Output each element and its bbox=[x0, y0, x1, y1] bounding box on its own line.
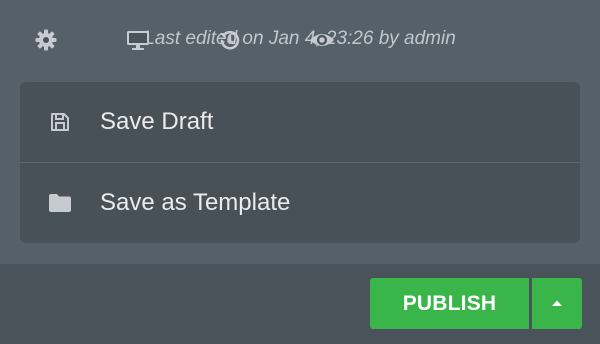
history-icon[interactable] bbox=[217, 27, 243, 53]
last-edited-text: Last edited on Jan 4, 23:26 by admin bbox=[144, 28, 456, 49]
save-draft-label: Save Draft bbox=[100, 108, 214, 135]
responsive-mode-icon[interactable] bbox=[125, 27, 151, 53]
folder-icon bbox=[20, 193, 100, 213]
save-options-menu: Save Draft Save as Template bbox=[20, 82, 580, 243]
publish-options-button[interactable] bbox=[532, 278, 582, 329]
save-as-template-label: Save as Template bbox=[100, 188, 291, 216]
settings-icon[interactable] bbox=[33, 27, 59, 53]
save-draft-menu-item[interactable]: Save Draft bbox=[20, 82, 580, 162]
preview-icon[interactable] bbox=[309, 27, 335, 53]
caret-up-icon bbox=[550, 295, 564, 313]
publish-button[interactable]: PUBLISH bbox=[370, 278, 529, 329]
save-as-template-menu-item[interactable]: Save as Template bbox=[20, 162, 580, 242]
save-icon bbox=[20, 111, 100, 133]
